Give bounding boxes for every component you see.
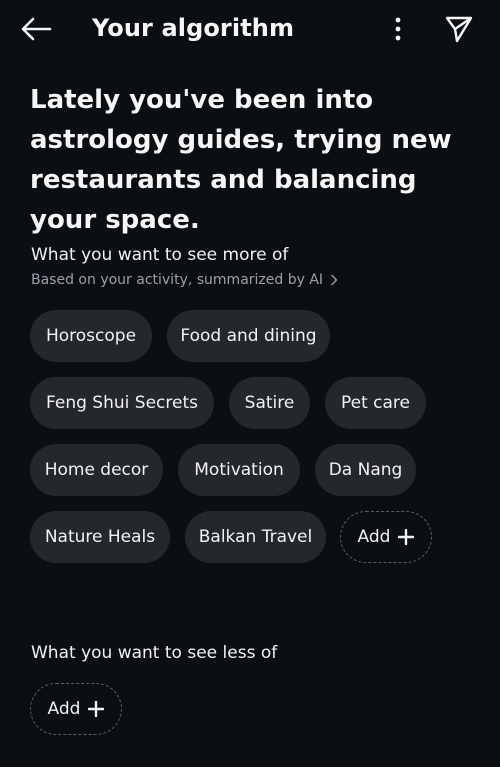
topic-chip-satire[interactable]: Satire [229, 377, 310, 429]
topic-chip-home-decor[interactable]: Home decor [30, 444, 163, 496]
arrow-left-icon [21, 17, 52, 41]
add-less-topic-button[interactable]: Add [30, 683, 122, 735]
add-label: Add [47, 699, 81, 719]
header: Your algorithm [0, 0, 500, 56]
topic-chip-balkan-travel[interactable]: Balkan Travel [185, 511, 326, 563]
topic-chip-pet-care[interactable]: Pet care [325, 377, 426, 429]
less-of-title: What you want to see less of [31, 643, 278, 663]
send-icon [445, 16, 473, 43]
page-title: Your algorithm [92, 14, 295, 42]
plus-icon [88, 701, 105, 717]
algorithm-screen: Your algorithm Lately you've been into a… [0, 0, 500, 767]
add-more-topic-button[interactable]: Add [340, 511, 432, 563]
add-label: Add [357, 527, 391, 547]
topic-chip-motivation[interactable]: Motivation [178, 444, 300, 496]
topic-chip-da-nang[interactable]: Da Nang [315, 444, 416, 496]
more-options-button[interactable] [384, 14, 412, 44]
algorithm-summary: Lately you've been into astrology guides… [30, 85, 452, 235]
chevron-right-icon [331, 274, 338, 286]
topic-chip-horoscope[interactable]: Horoscope [30, 310, 152, 362]
ai-summary-text: Based on your activity, summarized by AI [31, 272, 324, 288]
more-of-title: What you want to see more of [31, 245, 289, 265]
back-button[interactable] [18, 14, 54, 44]
topic-chip-feng-shui-secrets[interactable]: Feng Shui Secrets [30, 377, 214, 429]
topic-chip-nature-heals[interactable]: Nature Heals [30, 511, 170, 563]
ai-summary-link[interactable]: Based on your activity, summarized by AI [31, 270, 338, 290]
topic-chip-food-and-dining[interactable]: Food and dining [167, 310, 330, 362]
more-vertical-icon [395, 17, 401, 41]
share-button[interactable] [442, 12, 476, 46]
plus-icon [398, 529, 415, 545]
